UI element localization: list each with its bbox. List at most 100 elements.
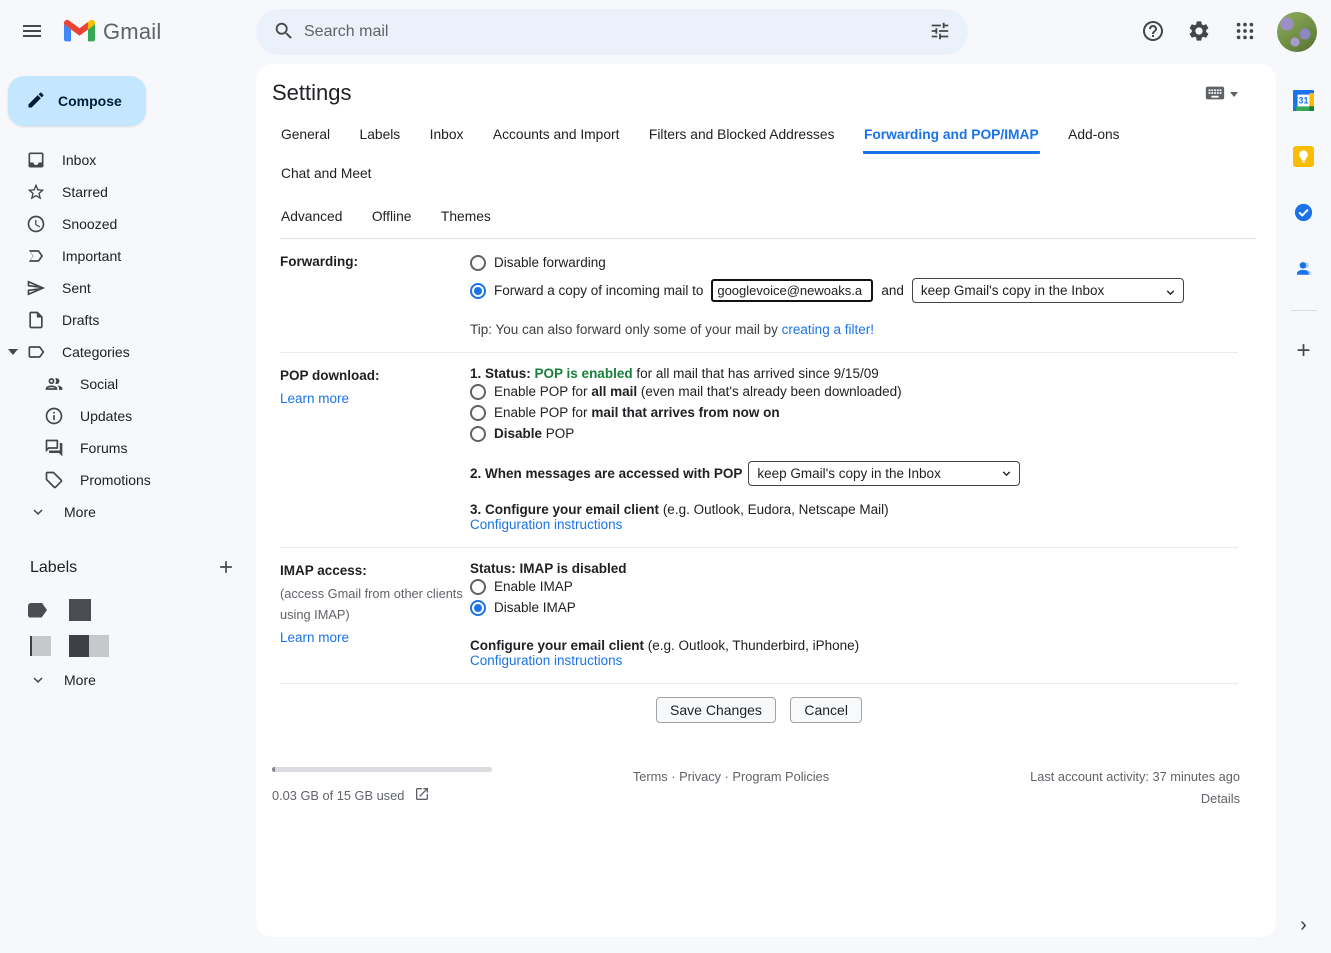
imap-configuration-instructions-link[interactable]: Configuration instructions	[470, 653, 622, 668]
search-options-button[interactable]	[920, 12, 960, 52]
sidebar-item-more[interactable]: More	[0, 496, 256, 528]
tab-add-ons[interactable]: Add-ons	[1067, 115, 1120, 154]
forward-action-select[interactable]: keep Gmail's copy in the Inbox	[912, 278, 1184, 303]
label-important-icon	[26, 246, 46, 266]
star-icon	[26, 182, 46, 202]
creating-a-filter-link[interactable]: creating a filter!	[782, 322, 874, 337]
tasks-icon	[1293, 202, 1314, 226]
label-item-redacted[interactable]	[0, 628, 256, 664]
label-item-redacted[interactable]	[0, 592, 256, 628]
tasks-button[interactable]	[1288, 198, 1320, 230]
compose-label: Compose	[58, 93, 122, 109]
create-label-button[interactable]	[212, 554, 240, 582]
labels-more[interactable]: More	[0, 664, 256, 696]
keep-icon	[1293, 146, 1314, 170]
redacted-label-text	[69, 599, 91, 621]
tab-offline[interactable]: Offline	[371, 199, 413, 238]
sidebar-item-inbox[interactable]: Inbox	[0, 144, 256, 176]
input-tools-button[interactable]	[1202, 80, 1240, 109]
radio-option-disable-forwarding[interactable]: Disable forwarding	[470, 252, 1238, 273]
tune-icon	[929, 20, 951, 45]
settings-button[interactable]	[1179, 12, 1219, 52]
gmail-logo[interactable]: Gmail	[64, 18, 214, 47]
chevron-down-icon	[28, 502, 48, 522]
google-apps-button[interactable]	[1225, 12, 1265, 52]
calendar-button[interactable]: 31	[1288, 86, 1320, 118]
tab-forwarding-and-pop-imap[interactable]: Forwarding and POP/IMAP	[863, 115, 1040, 154]
promotions-tag-icon	[44, 470, 64, 490]
left-sidebar: Compose Inbox Starred Snoozed Important …	[0, 64, 256, 953]
tab-advanced[interactable]: Advanced	[280, 199, 343, 238]
search-button[interactable]	[264, 12, 304, 52]
form-actions: Save Changes Cancel	[280, 684, 1238, 733]
dropdown-caret-icon	[1230, 92, 1238, 97]
sidebar-item-promotions[interactable]: Promotions	[0, 464, 256, 496]
sidebar-item-important[interactable]: Important	[0, 240, 256, 272]
get-add-ons-button[interactable]: +	[1288, 335, 1320, 367]
clock-icon	[26, 214, 46, 234]
pop-configuration-instructions-link[interactable]: Configuration instructions	[470, 517, 622, 532]
pop-action-select[interactable]: keep Gmail's copy in the Inbox	[748, 461, 1020, 486]
imap-configure-line: Configure your email client (e.g. Outloo…	[470, 638, 1238, 653]
pop-learn-more-link[interactable]: Learn more	[280, 389, 349, 409]
sidebar-item-starred[interactable]: Starred	[0, 176, 256, 208]
redacted-label-text	[89, 635, 109, 657]
forward-address-input[interactable]	[711, 279, 873, 302]
tab-labels[interactable]: Labels	[359, 115, 402, 154]
details-link[interactable]: Details	[1201, 791, 1240, 806]
account-avatar[interactable]	[1277, 12, 1317, 52]
compose-button[interactable]: Compose	[8, 76, 146, 126]
sidebar-item-forums[interactable]: Forums	[0, 432, 256, 464]
sidebar-item-categories[interactable]: Categories	[0, 336, 256, 368]
tab-accounts-and-import[interactable]: Accounts and Import	[492, 115, 621, 154]
radio-option-pop-from-now-on[interactable]: Enable POP for mail that arrives from no…	[470, 402, 1238, 423]
radio-option-pop-all-mail[interactable]: Enable POP for all mail (even mail that'…	[470, 381, 1238, 402]
radio-icon-selected[interactable]	[470, 283, 486, 299]
support-button[interactable]	[1133, 12, 1173, 52]
radio-option-disable-imap[interactable]: Disable IMAP	[470, 597, 1238, 618]
sidebar-item-snoozed[interactable]: Snoozed	[0, 208, 256, 240]
sidebar-item-drafts[interactable]: Drafts	[0, 304, 256, 336]
radio-icon	[470, 405, 486, 421]
sidebar-item-social[interactable]: Social	[0, 368, 256, 400]
page-title: Settings	[272, 80, 352, 106]
storage-block: 0.03 GB of 15 GB used	[272, 767, 522, 806]
pencil-icon	[26, 90, 46, 113]
forwarding-label: Forwarding:	[280, 252, 470, 337]
search-bar	[256, 9, 968, 55]
pop-action-select-wrap: keep Gmail's copy in the Inbox	[748, 461, 1020, 486]
radio-option-enable-imap[interactable]: Enable IMAP	[470, 576, 1238, 597]
pop-download-label: POP download:	[280, 366, 470, 386]
save-changes-button[interactable]: Save Changes	[656, 697, 776, 723]
keep-button[interactable]	[1288, 142, 1320, 174]
tab-themes[interactable]: Themes	[440, 199, 492, 238]
search-icon	[273, 20, 295, 45]
settings-tabs-row2: Advanced Offline Themes	[256, 193, 1276, 238]
imap-learn-more-link[interactable]: Learn more	[280, 628, 349, 648]
terms-link[interactable]: Terms	[633, 769, 668, 784]
search-input[interactable]	[304, 23, 920, 41]
contacts-button[interactable]	[1288, 254, 1320, 286]
side-panel-collapse-button[interactable]: ›	[1290, 908, 1317, 943]
chevron-right-icon: ›	[1300, 914, 1307, 936]
labels-header: Labels	[0, 554, 256, 582]
card-footer: 0.03 GB of 15 GB used Terms · Privacy · …	[272, 767, 1240, 806]
gmail-m-icon	[64, 18, 95, 47]
tab-chat-and-meet[interactable]: Chat and Meet	[280, 154, 373, 193]
radio-option-pop-disable[interactable]: Disable POP	[470, 423, 1238, 444]
tab-general[interactable]: General	[280, 115, 331, 154]
tab-inbox[interactable]: Inbox	[429, 115, 465, 154]
settings-panel: Settings General Labels Inbox Accounts a…	[256, 64, 1276, 937]
tab-filters-and-blocked-addresses[interactable]: Filters and Blocked Addresses	[648, 115, 836, 154]
external-link-icon[interactable]	[414, 786, 430, 805]
sidebar-item-sent[interactable]: Sent	[0, 272, 256, 304]
privacy-link[interactable]: Privacy	[679, 769, 721, 784]
imap-status-line: Status: IMAP is disabled	[470, 561, 1238, 576]
cancel-button[interactable]: Cancel	[790, 697, 862, 723]
main-menu-button[interactable]	[8, 8, 56, 56]
program-policies-link[interactable]: Program Policies	[732, 769, 829, 784]
forward-action-select-wrap: keep Gmail's copy in the Inbox	[912, 278, 1184, 303]
labels-title: Labels	[30, 559, 77, 577]
sidebar-item-updates[interactable]: Updates	[0, 400, 256, 432]
radio-icon	[470, 255, 486, 271]
